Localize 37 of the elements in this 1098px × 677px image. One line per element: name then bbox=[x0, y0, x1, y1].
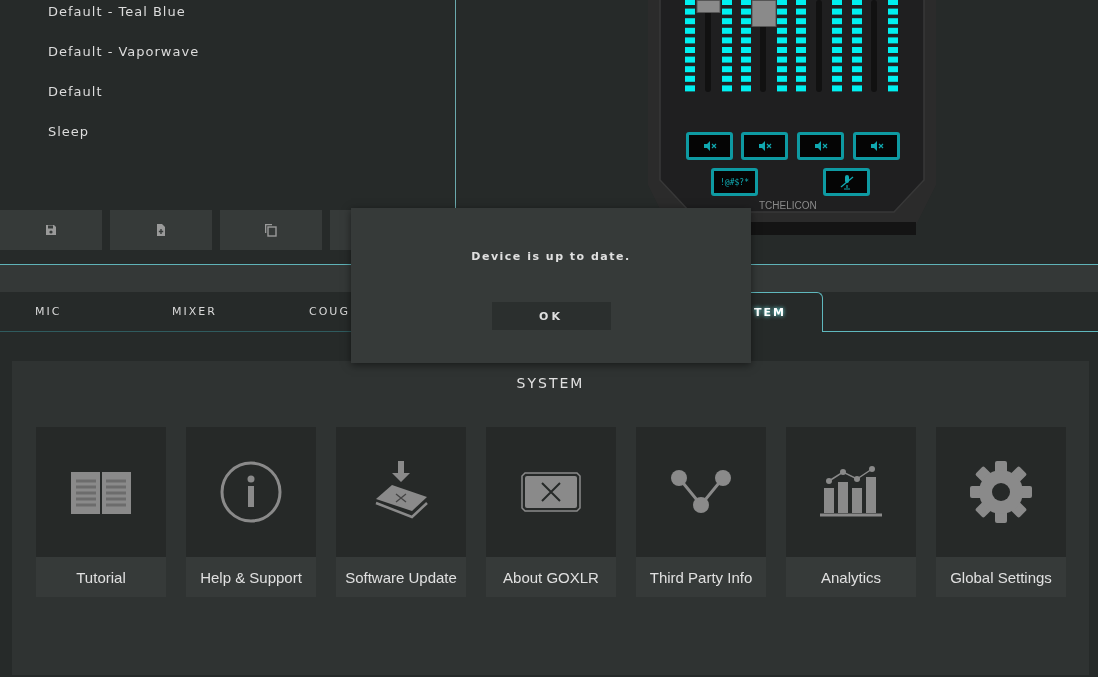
book-icon bbox=[71, 470, 131, 514]
profile-item[interactable]: Default - Vaporwave bbox=[0, 44, 455, 84]
mic-mute-button[interactable] bbox=[823, 168, 870, 196]
device-x-icon bbox=[521, 472, 581, 512]
bleep-button[interactable]: !@#$?* bbox=[711, 168, 758, 196]
mute-button[interactable] bbox=[797, 132, 844, 160]
mute-button[interactable] bbox=[686, 132, 733, 160]
profile-item[interactable]: Sleep bbox=[0, 124, 455, 164]
system-item-button[interactable]: Software Update bbox=[336, 557, 466, 597]
speaker-mute-icon bbox=[869, 141, 884, 151]
tab[interactable]: MIC bbox=[0, 292, 137, 332]
speaker-mute-icon bbox=[702, 141, 717, 151]
system-item-button[interactable]: Third Party Info bbox=[636, 557, 766, 597]
profile-item[interactable]: Default bbox=[0, 84, 455, 124]
dialog-message: Device is up to date. bbox=[471, 250, 631, 263]
info-icon bbox=[220, 461, 282, 523]
profile-item[interactable]: Default - Teal Blue bbox=[0, 4, 455, 44]
ok-button[interactable]: OK bbox=[491, 302, 611, 330]
speaker-mute-icon bbox=[813, 141, 828, 151]
system-item-button[interactable]: Global Settings bbox=[936, 557, 1066, 597]
tab[interactable]: MIXER bbox=[137, 292, 274, 332]
system-item-button[interactable]: Help & Support bbox=[186, 557, 316, 597]
bar-chart-icon bbox=[820, 466, 882, 518]
nodes-icon bbox=[670, 469, 732, 515]
new-file-icon bbox=[155, 224, 167, 236]
save-icon bbox=[45, 224, 57, 236]
mute-button[interactable] bbox=[853, 132, 900, 160]
mic-mute-icon bbox=[839, 174, 854, 190]
section-title: SYSTEM bbox=[515, 375, 586, 391]
copy-icon bbox=[264, 223, 278, 237]
system-item-button[interactable]: About GOXLR bbox=[486, 557, 616, 597]
mute-button[interactable] bbox=[741, 132, 788, 160]
speaker-mute-icon bbox=[757, 141, 772, 151]
settings-icon bbox=[970, 461, 1032, 523]
system-item-button[interactable]: Tutorial bbox=[36, 557, 166, 597]
system-item-button[interactable]: Analytics bbox=[786, 557, 916, 597]
device-logo: TCHELICON bbox=[759, 200, 817, 211]
